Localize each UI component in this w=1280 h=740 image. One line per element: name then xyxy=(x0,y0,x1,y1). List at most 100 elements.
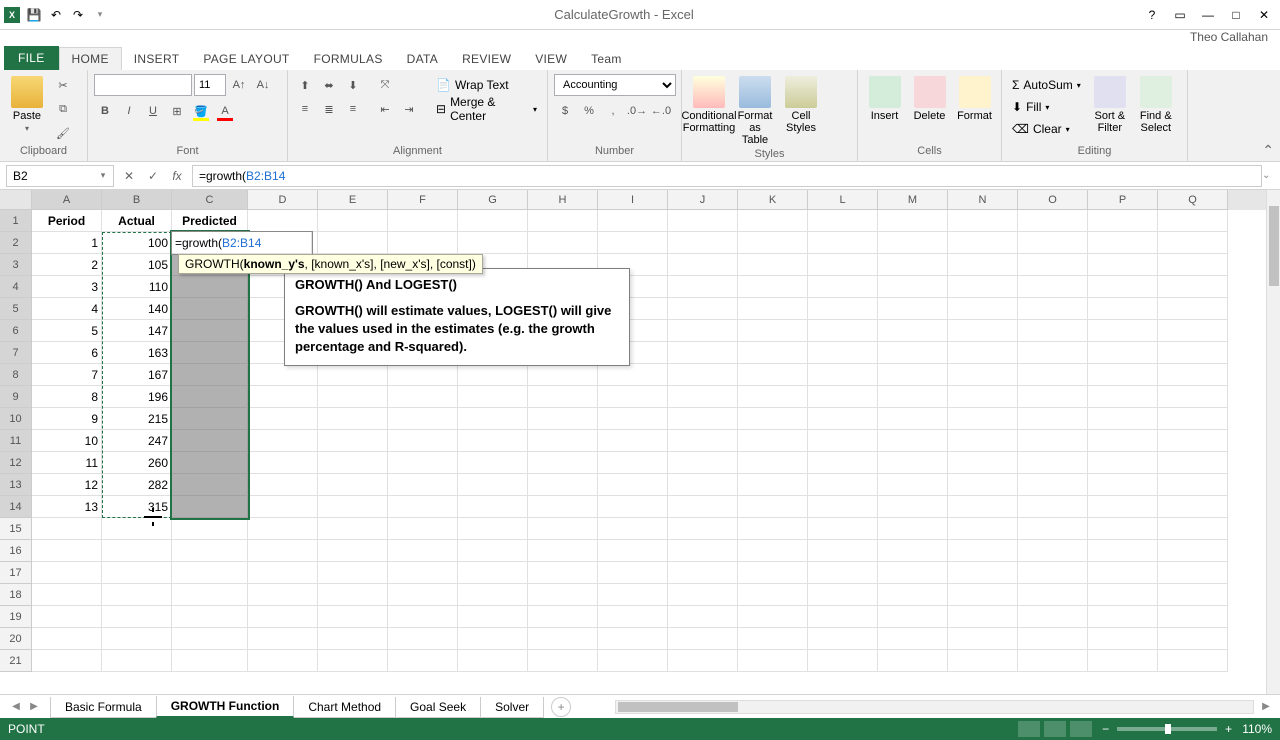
cell[interactable] xyxy=(1018,276,1088,298)
cell[interactable] xyxy=(318,540,388,562)
cell[interactable] xyxy=(948,298,1018,320)
cell[interactable] xyxy=(1158,210,1228,232)
cell[interactable] xyxy=(102,540,172,562)
font-name-input[interactable] xyxy=(94,74,192,96)
cell[interactable] xyxy=(948,430,1018,452)
cell[interactable] xyxy=(318,408,388,430)
cell[interactable] xyxy=(668,254,738,276)
cell[interactable] xyxy=(458,474,528,496)
cell[interactable] xyxy=(1088,342,1158,364)
cell[interactable] xyxy=(668,540,738,562)
column-header[interactable]: O xyxy=(1018,190,1088,210)
cell[interactable] xyxy=(1018,628,1088,650)
cell[interactable] xyxy=(1158,276,1228,298)
row-header[interactable]: 20 xyxy=(0,628,32,650)
cell[interactable] xyxy=(948,584,1018,606)
cell[interactable] xyxy=(458,628,528,650)
cell[interactable] xyxy=(388,562,458,584)
cell[interactable] xyxy=(738,628,808,650)
row-header[interactable]: 3 xyxy=(0,254,32,276)
row-header[interactable]: 13 xyxy=(0,474,32,496)
cell[interactable] xyxy=(1088,232,1158,254)
cell[interactable] xyxy=(388,210,458,232)
cell[interactable] xyxy=(1018,452,1088,474)
cell[interactable] xyxy=(808,496,878,518)
cell[interactable]: 196 xyxy=(102,386,172,408)
cell[interactable] xyxy=(388,628,458,650)
bold-button[interactable]: B xyxy=(94,100,116,122)
decrease-indent-icon[interactable]: ⇤ xyxy=(374,98,396,120)
cell[interactable] xyxy=(808,232,878,254)
copy-icon[interactable]: ⧉ xyxy=(52,98,74,120)
tab-data[interactable]: DATA xyxy=(395,48,450,70)
cell-C2-editing[interactable]: =growth(B2:B14 xyxy=(172,232,312,254)
column-header[interactable]: E xyxy=(318,190,388,210)
cell[interactable] xyxy=(102,650,172,672)
cell[interactable] xyxy=(948,320,1018,342)
collapse-ribbon-icon[interactable]: ⌃ xyxy=(1262,142,1274,159)
cell[interactable] xyxy=(1018,320,1088,342)
cell[interactable] xyxy=(172,606,248,628)
cell[interactable] xyxy=(1018,254,1088,276)
scroll-right-icon[interactable]: ▶ xyxy=(1258,699,1274,715)
align-left-icon[interactable]: ≡ xyxy=(294,98,316,120)
cell[interactable] xyxy=(32,540,102,562)
cell[interactable] xyxy=(948,540,1018,562)
cell[interactable] xyxy=(1158,430,1228,452)
cell[interactable] xyxy=(172,276,248,298)
cell[interactable] xyxy=(32,650,102,672)
cell[interactable] xyxy=(1088,408,1158,430)
cell[interactable] xyxy=(1088,386,1158,408)
cell[interactable] xyxy=(1088,562,1158,584)
cell[interactable] xyxy=(738,342,808,364)
cell[interactable] xyxy=(668,496,738,518)
cell[interactable] xyxy=(738,254,808,276)
qat-customize-icon[interactable]: ▾ xyxy=(92,7,108,23)
cell[interactable] xyxy=(668,430,738,452)
row-header[interactable]: 14 xyxy=(0,496,32,518)
cell[interactable] xyxy=(102,606,172,628)
cell[interactable] xyxy=(808,408,878,430)
cell[interactable] xyxy=(1158,386,1228,408)
cell[interactable] xyxy=(318,496,388,518)
cell[interactable] xyxy=(668,364,738,386)
cell[interactable] xyxy=(528,650,598,672)
cell[interactable] xyxy=(32,562,102,584)
cell[interactable] xyxy=(318,474,388,496)
tab-insert[interactable]: INSERT xyxy=(122,48,192,70)
increase-decimal-icon[interactable]: .0→ xyxy=(626,100,648,122)
cell[interactable] xyxy=(458,606,528,628)
decrease-font-icon[interactable]: A↓ xyxy=(252,74,274,96)
cell[interactable]: 140 xyxy=(102,298,172,320)
cell[interactable] xyxy=(458,452,528,474)
cell[interactable] xyxy=(878,562,948,584)
cell[interactable] xyxy=(598,606,668,628)
cell[interactable] xyxy=(1018,606,1088,628)
column-header[interactable]: H xyxy=(528,190,598,210)
cell[interactable] xyxy=(948,276,1018,298)
cell[interactable] xyxy=(458,584,528,606)
cell[interactable] xyxy=(598,562,668,584)
cell[interactable] xyxy=(878,210,948,232)
autosum-button[interactable]: ΣAutoSum▾ xyxy=(1008,74,1085,96)
insert-function-icon[interactable]: fx xyxy=(166,165,188,187)
spreadsheet-grid[interactable]: ABCDEFGHIJKLMNOPQ 1234567891011121314151… xyxy=(0,190,1280,694)
wrap-text-button[interactable]: 📄Wrap Text xyxy=(432,74,541,96)
cell[interactable] xyxy=(1088,650,1158,672)
cell[interactable] xyxy=(948,650,1018,672)
cell[interactable] xyxy=(172,364,248,386)
column-header[interactable]: F xyxy=(388,190,458,210)
cell[interactable] xyxy=(172,320,248,342)
cell[interactable] xyxy=(388,452,458,474)
column-header[interactable]: Q xyxy=(1158,190,1228,210)
row-header[interactable]: 12 xyxy=(0,452,32,474)
cell[interactable] xyxy=(1018,584,1088,606)
tab-page-layout[interactable]: PAGE LAYOUT xyxy=(191,48,301,70)
cell[interactable] xyxy=(1158,232,1228,254)
cell[interactable] xyxy=(248,430,318,452)
cell[interactable] xyxy=(668,474,738,496)
zoom-out-icon[interactable]: − xyxy=(1102,722,1109,736)
cell[interactable] xyxy=(598,474,668,496)
cell[interactable] xyxy=(738,606,808,628)
format-cells-button[interactable]: Format xyxy=(954,74,995,124)
